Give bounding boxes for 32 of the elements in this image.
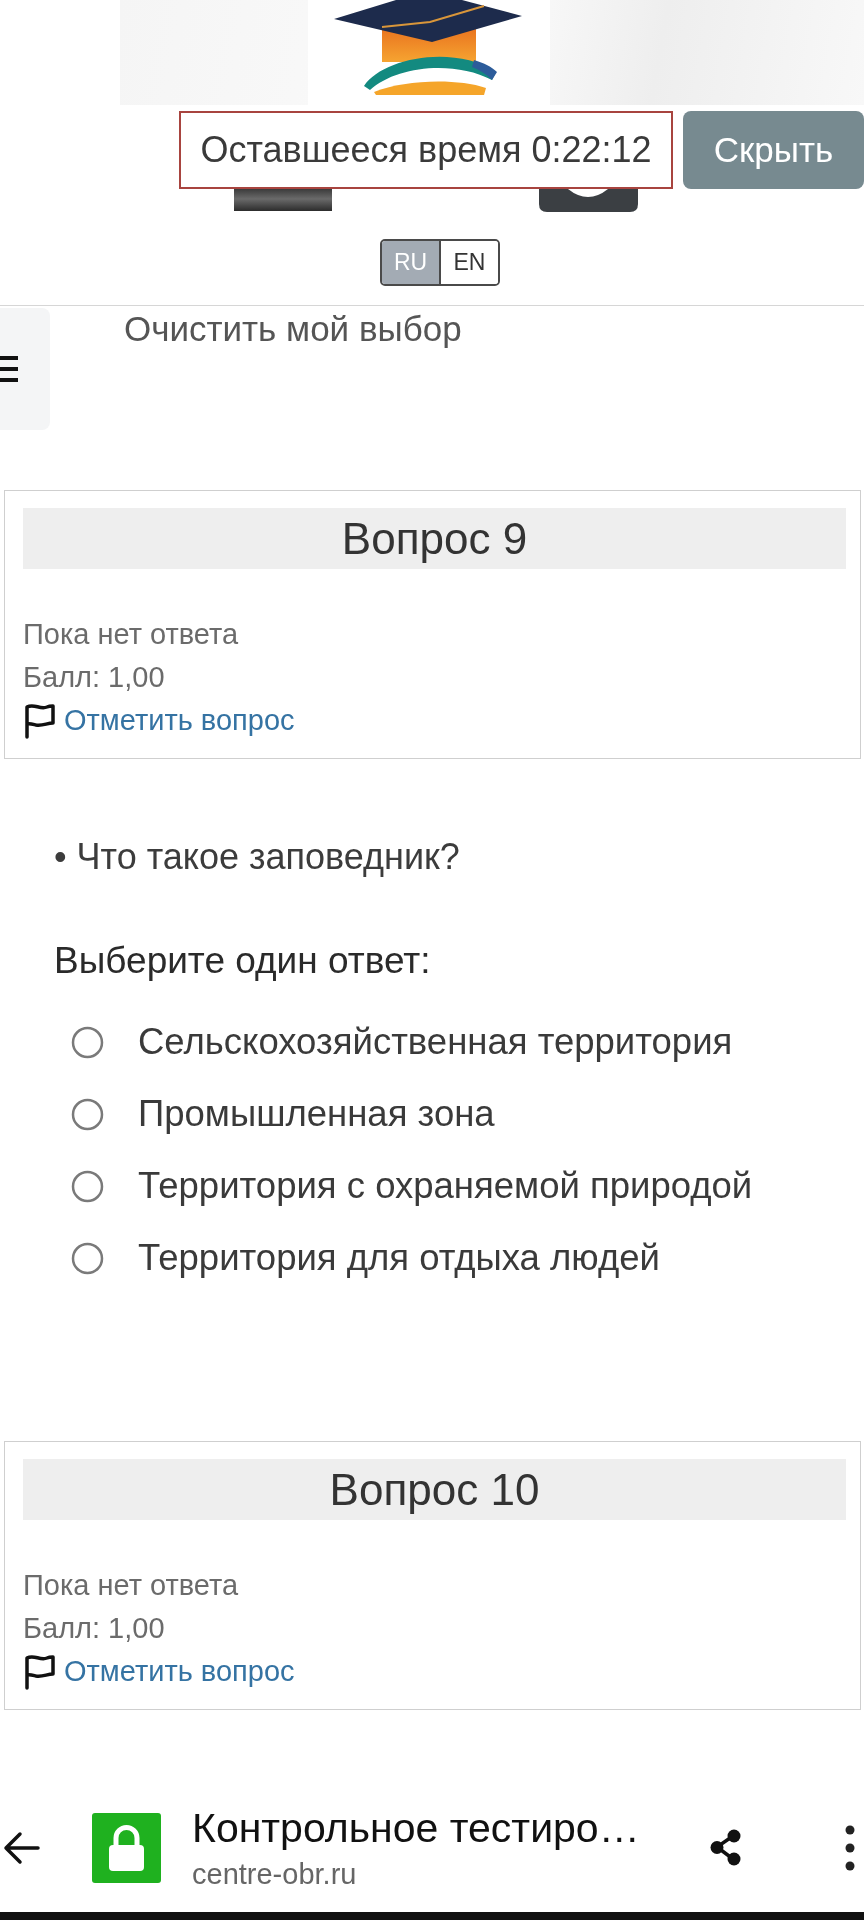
question-score: Балл: 1,00 [23,1611,165,1646]
share-icon[interactable] [709,1829,742,1866]
radio-button[interactable] [71,1025,104,1059]
question-text: • Что такое заповедник? [54,835,461,879]
answer-option[interactable]: Территория для отдыха людей [138,1237,660,1279]
question-title: Вопрос 10 [23,1459,846,1520]
clear-choice-link[interactable]: Очистить мой выбор [124,310,462,348]
radio-button[interactable] [71,1169,104,1203]
flag-icon[interactable] [23,1653,56,1690]
question-title: Вопрос 9 [23,508,846,569]
flag-question-link[interactable]: Отметить вопрос [64,704,295,737]
answer-status: Пока нет ответа [23,1568,239,1603]
radio-button[interactable] [71,1241,104,1275]
more-options-icon[interactable] [845,1824,855,1871]
app-tile-icon [539,189,638,212]
page-title: Контрольное тестиро… [192,1804,641,1852]
hide-button[interactable]: Скрыть [683,111,864,189]
page-url[interactable]: centre-obr.ru [192,1857,709,1891]
answer-option[interactable]: Территория с охраняемой природой [138,1165,753,1207]
answer-status: Пока нет ответа [23,617,239,652]
answer-prompt: Выберите один ответ: [54,939,432,983]
answer-option[interactable]: Промышленная зона [138,1093,495,1135]
language-button[interactable]: EN [439,241,498,284]
answer-option[interactable]: Сельскохозяйственная территория [138,1021,733,1063]
question-score: Балл: 1,00 [23,660,165,695]
radio-button[interactable] [71,1097,104,1131]
menu-icon [0,355,18,383]
back-arrow-icon[interactable] [2,1829,40,1866]
flag-icon[interactable] [23,702,56,739]
menu-button[interactable] [0,308,50,430]
flag-question-link[interactable]: Отметить вопрос [64,1655,295,1688]
lock-icon[interactable] [92,1812,161,1883]
